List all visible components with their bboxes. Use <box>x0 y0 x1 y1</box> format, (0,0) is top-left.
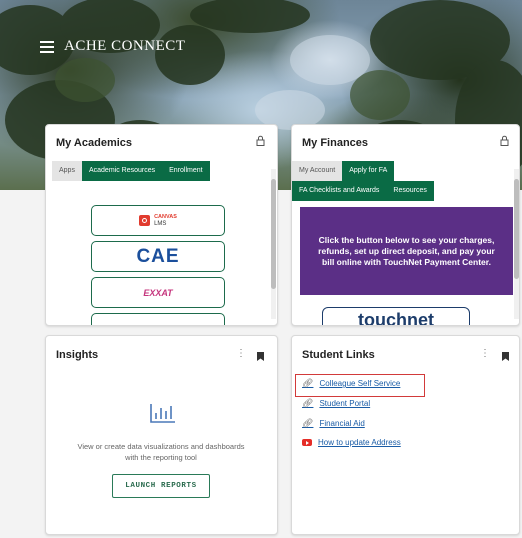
tab-apply-for-fa[interactable]: Apply for FA <box>342 161 395 181</box>
card-title: Student Links <box>302 349 375 361</box>
card-title: Insights <box>56 349 99 361</box>
launch-reports-button[interactable]: LAUNCH REPORTS <box>112 474 210 498</box>
scrollbar[interactable] <box>271 169 276 319</box>
lock-icon[interactable] <box>500 135 509 149</box>
link-label: Financial Aid <box>319 419 365 428</box>
cae-button[interactable]: CAE <box>91 241 225 272</box>
scrollbar[interactable] <box>514 169 519 319</box>
my-finances-card: My Finances My Account Apply for FA FA C… <box>291 124 520 326</box>
bookmark-icon[interactable] <box>502 348 509 366</box>
brand-title: ACHE CONNECT <box>64 38 186 54</box>
link-icon: 🔗︎ <box>302 418 314 428</box>
touchnet-info-banner: Click the button below to see your charg… <box>300 207 513 295</box>
exxat-logo-text: EXXAT <box>143 287 173 298</box>
canvas-label: CANVAS <box>154 213 177 220</box>
finances-tabs: My Account Apply for FA FA Checklists an… <box>292 161 467 201</box>
my-academics-card: My Academics Apps Academic Resources Enr… <box>45 124 278 326</box>
link-student-portal[interactable]: 🔗︎ Student Portal <box>302 398 370 409</box>
hamburger-menu-icon[interactable] <box>40 40 54 53</box>
link-icon: 🔗︎ <box>302 378 314 388</box>
exxat-button[interactable]: EXXAT <box>91 277 225 308</box>
lms-label: LMS <box>154 220 167 227</box>
tab-resources[interactable]: Resources <box>386 181 434 201</box>
link-colleague-self-service[interactable]: 🔗︎ Colleague Self Service <box>302 378 400 389</box>
link-financial-aid[interactable]: 🔗︎ Financial Aid <box>302 418 365 429</box>
academics-tabs: Apps Academic Resources Enrollment <box>52 161 210 181</box>
touchnet-button[interactable]: touchnet <box>322 307 470 326</box>
lock-icon[interactable] <box>256 135 265 149</box>
bookmark-icon[interactable] <box>257 348 264 366</box>
more-options-icon[interactable]: ⋮ <box>236 348 246 359</box>
canvas-lms-button[interactable]: CANVAS LMS <box>91 205 225 236</box>
top-bar: ACHE CONNECT <box>40 38 185 55</box>
bar-chart-icon <box>150 402 176 429</box>
card-title: My Finances <box>302 137 369 149</box>
link-label: How to update Address <box>318 438 401 447</box>
youtube-icon <box>302 439 312 446</box>
cae-logo-text: CAE <box>136 245 180 267</box>
touchnet-logo-text: touchnet <box>358 310 434 326</box>
card-title: My Academics <box>56 137 133 149</box>
link-label: Student Portal <box>319 399 371 408</box>
tab-apps[interactable]: Apps <box>52 161 82 181</box>
tab-fa-checklists[interactable]: FA Checklists and Awards <box>292 181 387 201</box>
tab-my-account[interactable]: My Account <box>292 161 343 181</box>
more-options-icon[interactable]: ⋮ <box>480 348 490 359</box>
student-links-card: Student Links ⋮ 🔗︎ Colleague Self Servic… <box>291 335 520 535</box>
canvas-logo-icon <box>139 215 151 226</box>
insights-card: Insights ⋮ View or create data visualiza… <box>45 335 278 535</box>
tab-academic-resources[interactable]: Academic Resources <box>81 161 163 181</box>
partial-app-button[interactable] <box>91 313 225 325</box>
link-label: Colleague Self Service <box>319 379 401 388</box>
tab-enrollment[interactable]: Enrollment <box>162 161 210 181</box>
link-icon: 🔗︎ <box>302 398 314 408</box>
insights-description: View or create data visualizations and d… <box>77 442 245 462</box>
link-how-to-update-address[interactable]: How to update Address <box>302 438 401 447</box>
